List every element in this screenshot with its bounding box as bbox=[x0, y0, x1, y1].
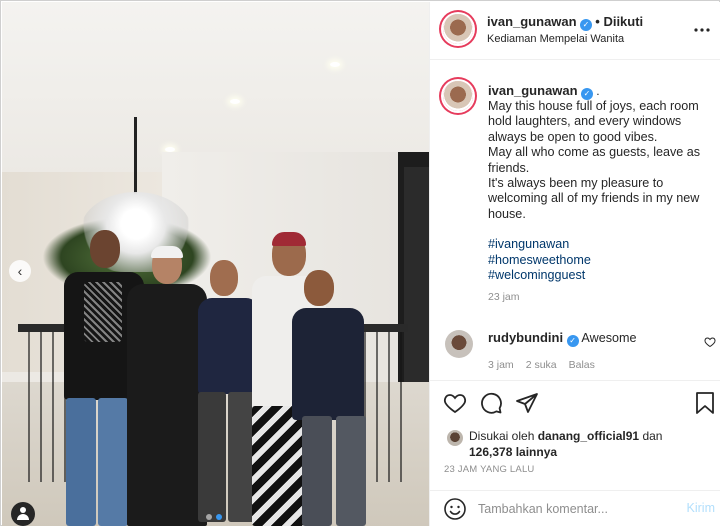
hashtag-link[interactable]: #welcomingguest bbox=[488, 268, 585, 282]
comment-input[interactable] bbox=[478, 499, 658, 519]
username[interactable]: ivan_gunawan bbox=[487, 14, 577, 29]
ceiling-light bbox=[330, 62, 340, 67]
caption-dot: . bbox=[596, 84, 600, 98]
heart-icon[interactable] bbox=[443, 391, 467, 415]
caption-line: May all who come as guests, leave as fri… bbox=[488, 145, 701, 175]
verified-badge-icon: ✓ bbox=[579, 19, 592, 31]
carousel-dot bbox=[206, 514, 212, 520]
carousel-dots bbox=[206, 514, 222, 520]
comment-likes[interactable]: 2 suka bbox=[526, 359, 557, 371]
hashtag-link[interactable]: #homesweethome bbox=[488, 253, 591, 267]
ceiling-light bbox=[230, 99, 240, 104]
post-header: ivan_gunawan ✓ • Diikuti Kediaman Mempel… bbox=[430, 2, 720, 60]
post-photo[interactable]: ‹ bbox=[2, 2, 429, 526]
verified-badge-icon: ✓ bbox=[566, 335, 579, 347]
hashtag-link[interactable]: #ivangunawan bbox=[488, 237, 569, 251]
liker-avatar[interactable] bbox=[447, 430, 463, 446]
comment-body: rudybundini ✓ Awesome bbox=[488, 330, 637, 347]
likes-summary: Disukai oleh danang_official91 dan 126,3… bbox=[469, 428, 720, 460]
post-comment-button[interactable]: Kirim bbox=[687, 501, 715, 515]
likes-others[interactable]: 126,378 lainnya bbox=[469, 445, 557, 459]
liker-username[interactable]: danang_official91 bbox=[538, 429, 639, 443]
likes-prefix: Disukai oleh bbox=[469, 429, 535, 443]
smiley-icon[interactable] bbox=[443, 497, 467, 521]
heart-icon[interactable] bbox=[704, 336, 716, 348]
comment-reply[interactable]: Balas bbox=[569, 359, 595, 371]
caption-line: May this house full of joys, each room h… bbox=[488, 99, 699, 144]
post-side-panel: ivan_gunawan ✓ • Diikuti Kediaman Mempel… bbox=[429, 2, 720, 526]
action-bar bbox=[430, 380, 720, 424]
avatar[interactable] bbox=[443, 14, 473, 44]
chevron-left-icon[interactable]: ‹ bbox=[9, 260, 31, 282]
more-horizontal-icon[interactable] bbox=[692, 22, 712, 38]
paper-plane-icon[interactable] bbox=[515, 391, 539, 415]
comment-meta: 3 jam 2 suka Balas bbox=[488, 359, 595, 371]
location[interactable]: Kediaman Mempelai Wanita bbox=[487, 33, 624, 45]
caption-username[interactable]: ivan_gunawan bbox=[488, 83, 578, 98]
caption-spacer bbox=[488, 222, 716, 237]
bookmark-icon[interactable] bbox=[694, 391, 716, 415]
caption-text: May this house full of joys, each room h… bbox=[488, 99, 716, 306]
caption-time: 23 jam bbox=[488, 291, 520, 304]
chandelier-chain bbox=[134, 117, 137, 197]
post-time: 23 JAM YANG LALU bbox=[444, 464, 535, 475]
follow-status[interactable]: Diikuti bbox=[603, 14, 643, 29]
post-dialog: ‹ ivan_gunawan ✓ • Diikuti Kediaman Memp… bbox=[0, 0, 720, 526]
comment-username[interactable]: rudybundini bbox=[488, 330, 563, 345]
comment-text: Awesome bbox=[581, 331, 637, 345]
caption-line: It's always been my pleasure to welcomin… bbox=[488, 176, 700, 221]
comment-composer: Kirim bbox=[430, 490, 720, 526]
likes-connector: dan bbox=[642, 429, 663, 443]
comment-time: 3 jam bbox=[488, 359, 514, 371]
carousel-dot-active bbox=[216, 514, 222, 520]
header-user-row: ivan_gunawan ✓ • Diikuti bbox=[487, 14, 643, 31]
commenter-avatar[interactable] bbox=[445, 330, 473, 358]
caption-author-row: ivan_gunawan ✓ . bbox=[488, 83, 600, 100]
speech-bubble-icon[interactable] bbox=[479, 391, 503, 415]
user-tag-icon[interactable] bbox=[11, 502, 35, 526]
caption-avatar[interactable] bbox=[443, 81, 473, 111]
